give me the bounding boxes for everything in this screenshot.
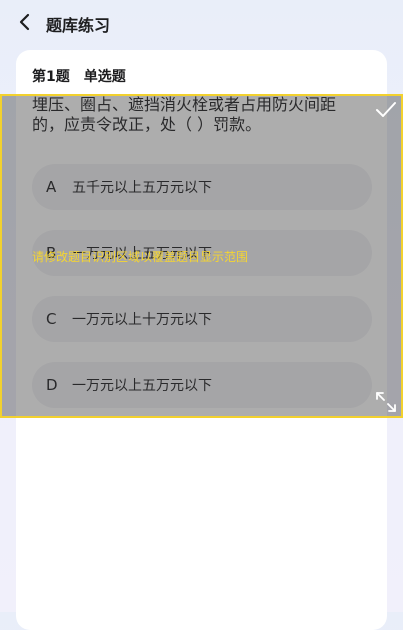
question-type: 单选题 [83, 69, 126, 85]
expand-icon [376, 392, 396, 412]
question-header: 第1题 单选题 [32, 66, 126, 86]
question-number: 第1题 [32, 69, 70, 85]
resize-handle[interactable] [374, 390, 398, 414]
chevron-left-icon [19, 13, 30, 31]
top-bar: 题库练习 [0, 0, 403, 46]
recognition-hint: 请修改题目识别区域以覆盖题目显示范围 [32, 250, 249, 264]
confirm-button[interactable] [374, 98, 398, 122]
page-title: 题库练习 [46, 16, 111, 35]
check-icon [376, 102, 396, 117]
back-button[interactable] [12, 9, 38, 35]
